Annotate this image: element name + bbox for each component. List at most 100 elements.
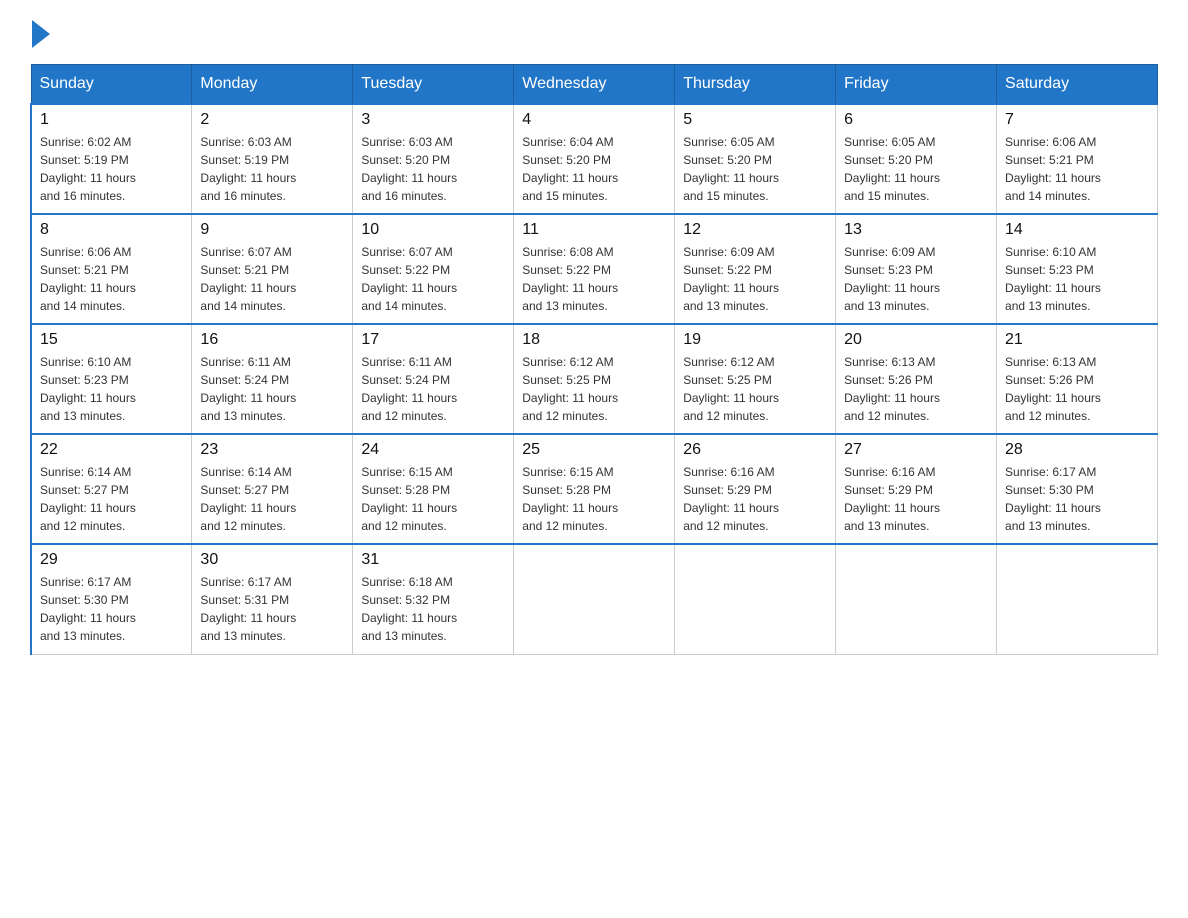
calendar-day-cell: 12 Sunrise: 6:09 AM Sunset: 5:22 PM Dayl… <box>675 214 836 324</box>
day-number: 3 <box>361 111 505 129</box>
calendar-day-cell: 23 Sunrise: 6:14 AM Sunset: 5:27 PM Dayl… <box>192 434 353 544</box>
calendar-week-row: 1 Sunrise: 6:02 AM Sunset: 5:19 PM Dayli… <box>31 104 1158 214</box>
day-number: 6 <box>844 111 988 129</box>
calendar-day-cell: 16 Sunrise: 6:11 AM Sunset: 5:24 PM Dayl… <box>192 324 353 434</box>
day-number: 12 <box>683 221 827 239</box>
logo-arrow-icon <box>32 20 50 48</box>
day-info: Sunrise: 6:06 AM Sunset: 5:21 PM Dayligh… <box>1005 133 1149 205</box>
day-number: 14 <box>1005 221 1149 239</box>
calendar-day-cell: 9 Sunrise: 6:07 AM Sunset: 5:21 PM Dayli… <box>192 214 353 324</box>
day-number: 27 <box>844 441 988 459</box>
calendar-header-row: SundayMondayTuesdayWednesdayThursdayFrid… <box>31 65 1158 105</box>
calendar-day-cell: 1 Sunrise: 6:02 AM Sunset: 5:19 PM Dayli… <box>31 104 192 214</box>
column-header-wednesday: Wednesday <box>514 65 675 105</box>
logo <box>30 20 50 44</box>
day-info: Sunrise: 6:13 AM Sunset: 5:26 PM Dayligh… <box>844 353 988 425</box>
calendar-day-cell: 17 Sunrise: 6:11 AM Sunset: 5:24 PM Dayl… <box>353 324 514 434</box>
calendar-table: SundayMondayTuesdayWednesdayThursdayFrid… <box>30 64 1158 655</box>
column-header-tuesday: Tuesday <box>353 65 514 105</box>
calendar-day-cell: 29 Sunrise: 6:17 AM Sunset: 5:30 PM Dayl… <box>31 544 192 654</box>
day-info: Sunrise: 6:07 AM Sunset: 5:21 PM Dayligh… <box>200 243 344 315</box>
calendar-day-cell: 20 Sunrise: 6:13 AM Sunset: 5:26 PM Dayl… <box>836 324 997 434</box>
calendar-day-cell <box>997 544 1158 654</box>
day-number: 19 <box>683 331 827 349</box>
day-info: Sunrise: 6:06 AM Sunset: 5:21 PM Dayligh… <box>40 243 183 315</box>
day-number: 25 <box>522 441 666 459</box>
calendar-week-row: 15 Sunrise: 6:10 AM Sunset: 5:23 PM Dayl… <box>31 324 1158 434</box>
day-number: 23 <box>200 441 344 459</box>
day-number: 11 <box>522 221 666 239</box>
day-number: 30 <box>200 551 344 569</box>
calendar-day-cell: 26 Sunrise: 6:16 AM Sunset: 5:29 PM Dayl… <box>675 434 836 544</box>
day-number: 8 <box>40 221 183 239</box>
day-number: 29 <box>40 551 183 569</box>
day-number: 28 <box>1005 441 1149 459</box>
day-number: 15 <box>40 331 183 349</box>
day-number: 26 <box>683 441 827 459</box>
calendar-day-cell: 11 Sunrise: 6:08 AM Sunset: 5:22 PM Dayl… <box>514 214 675 324</box>
day-number: 7 <box>1005 111 1149 129</box>
day-info: Sunrise: 6:17 AM Sunset: 5:30 PM Dayligh… <box>1005 463 1149 535</box>
calendar-day-cell: 18 Sunrise: 6:12 AM Sunset: 5:25 PM Dayl… <box>514 324 675 434</box>
day-info: Sunrise: 6:11 AM Sunset: 5:24 PM Dayligh… <box>361 353 505 425</box>
calendar-day-cell: 31 Sunrise: 6:18 AM Sunset: 5:32 PM Dayl… <box>353 544 514 654</box>
day-info: Sunrise: 6:02 AM Sunset: 5:19 PM Dayligh… <box>40 133 183 205</box>
day-info: Sunrise: 6:17 AM Sunset: 5:31 PM Dayligh… <box>200 573 344 645</box>
calendar-day-cell <box>836 544 997 654</box>
calendar-day-cell: 21 Sunrise: 6:13 AM Sunset: 5:26 PM Dayl… <box>997 324 1158 434</box>
calendar-day-cell: 24 Sunrise: 6:15 AM Sunset: 5:28 PM Dayl… <box>353 434 514 544</box>
day-info: Sunrise: 6:04 AM Sunset: 5:20 PM Dayligh… <box>522 133 666 205</box>
calendar-day-cell: 19 Sunrise: 6:12 AM Sunset: 5:25 PM Dayl… <box>675 324 836 434</box>
day-number: 17 <box>361 331 505 349</box>
day-info: Sunrise: 6:12 AM Sunset: 5:25 PM Dayligh… <box>683 353 827 425</box>
calendar-day-cell: 8 Sunrise: 6:06 AM Sunset: 5:21 PM Dayli… <box>31 214 192 324</box>
column-header-monday: Monday <box>192 65 353 105</box>
day-number: 13 <box>844 221 988 239</box>
day-info: Sunrise: 6:15 AM Sunset: 5:28 PM Dayligh… <box>361 463 505 535</box>
column-header-thursday: Thursday <box>675 65 836 105</box>
calendar-day-cell: 28 Sunrise: 6:17 AM Sunset: 5:30 PM Dayl… <box>997 434 1158 544</box>
page-header <box>30 20 1158 44</box>
calendar-day-cell: 5 Sunrise: 6:05 AM Sunset: 5:20 PM Dayli… <box>675 104 836 214</box>
calendar-week-row: 22 Sunrise: 6:14 AM Sunset: 5:27 PM Dayl… <box>31 434 1158 544</box>
calendar-day-cell: 27 Sunrise: 6:16 AM Sunset: 5:29 PM Dayl… <box>836 434 997 544</box>
day-info: Sunrise: 6:14 AM Sunset: 5:27 PM Dayligh… <box>200 463 344 535</box>
calendar-day-cell: 6 Sunrise: 6:05 AM Sunset: 5:20 PM Dayli… <box>836 104 997 214</box>
calendar-day-cell: 30 Sunrise: 6:17 AM Sunset: 5:31 PM Dayl… <box>192 544 353 654</box>
day-info: Sunrise: 6:05 AM Sunset: 5:20 PM Dayligh… <box>683 133 827 205</box>
day-info: Sunrise: 6:10 AM Sunset: 5:23 PM Dayligh… <box>1005 243 1149 315</box>
day-info: Sunrise: 6:17 AM Sunset: 5:30 PM Dayligh… <box>40 573 183 645</box>
day-number: 5 <box>683 111 827 129</box>
calendar-day-cell <box>514 544 675 654</box>
day-info: Sunrise: 6:09 AM Sunset: 5:23 PM Dayligh… <box>844 243 988 315</box>
column-header-saturday: Saturday <box>997 65 1158 105</box>
day-number: 21 <box>1005 331 1149 349</box>
calendar-day-cell: 4 Sunrise: 6:04 AM Sunset: 5:20 PM Dayli… <box>514 104 675 214</box>
day-info: Sunrise: 6:16 AM Sunset: 5:29 PM Dayligh… <box>844 463 988 535</box>
day-info: Sunrise: 6:12 AM Sunset: 5:25 PM Dayligh… <box>522 353 666 425</box>
day-number: 20 <box>844 331 988 349</box>
day-info: Sunrise: 6:16 AM Sunset: 5:29 PM Dayligh… <box>683 463 827 535</box>
column-header-sunday: Sunday <box>31 65 192 105</box>
day-info: Sunrise: 6:10 AM Sunset: 5:23 PM Dayligh… <box>40 353 183 425</box>
day-info: Sunrise: 6:18 AM Sunset: 5:32 PM Dayligh… <box>361 573 505 645</box>
day-number: 4 <box>522 111 666 129</box>
day-info: Sunrise: 6:05 AM Sunset: 5:20 PM Dayligh… <box>844 133 988 205</box>
day-info: Sunrise: 6:09 AM Sunset: 5:22 PM Dayligh… <box>683 243 827 315</box>
calendar-day-cell: 22 Sunrise: 6:14 AM Sunset: 5:27 PM Dayl… <box>31 434 192 544</box>
calendar-day-cell: 14 Sunrise: 6:10 AM Sunset: 5:23 PM Dayl… <box>997 214 1158 324</box>
column-header-friday: Friday <box>836 65 997 105</box>
calendar-day-cell: 25 Sunrise: 6:15 AM Sunset: 5:28 PM Dayl… <box>514 434 675 544</box>
day-number: 10 <box>361 221 505 239</box>
calendar-day-cell: 7 Sunrise: 6:06 AM Sunset: 5:21 PM Dayli… <box>997 104 1158 214</box>
day-info: Sunrise: 6:11 AM Sunset: 5:24 PM Dayligh… <box>200 353 344 425</box>
calendar-day-cell: 13 Sunrise: 6:09 AM Sunset: 5:23 PM Dayl… <box>836 214 997 324</box>
calendar-day-cell: 3 Sunrise: 6:03 AM Sunset: 5:20 PM Dayli… <box>353 104 514 214</box>
day-number: 22 <box>40 441 183 459</box>
day-info: Sunrise: 6:15 AM Sunset: 5:28 PM Dayligh… <box>522 463 666 535</box>
day-number: 31 <box>361 551 505 569</box>
day-info: Sunrise: 6:07 AM Sunset: 5:22 PM Dayligh… <box>361 243 505 315</box>
calendar-week-row: 8 Sunrise: 6:06 AM Sunset: 5:21 PM Dayli… <box>31 214 1158 324</box>
calendar-day-cell: 2 Sunrise: 6:03 AM Sunset: 5:19 PM Dayli… <box>192 104 353 214</box>
day-number: 24 <box>361 441 505 459</box>
